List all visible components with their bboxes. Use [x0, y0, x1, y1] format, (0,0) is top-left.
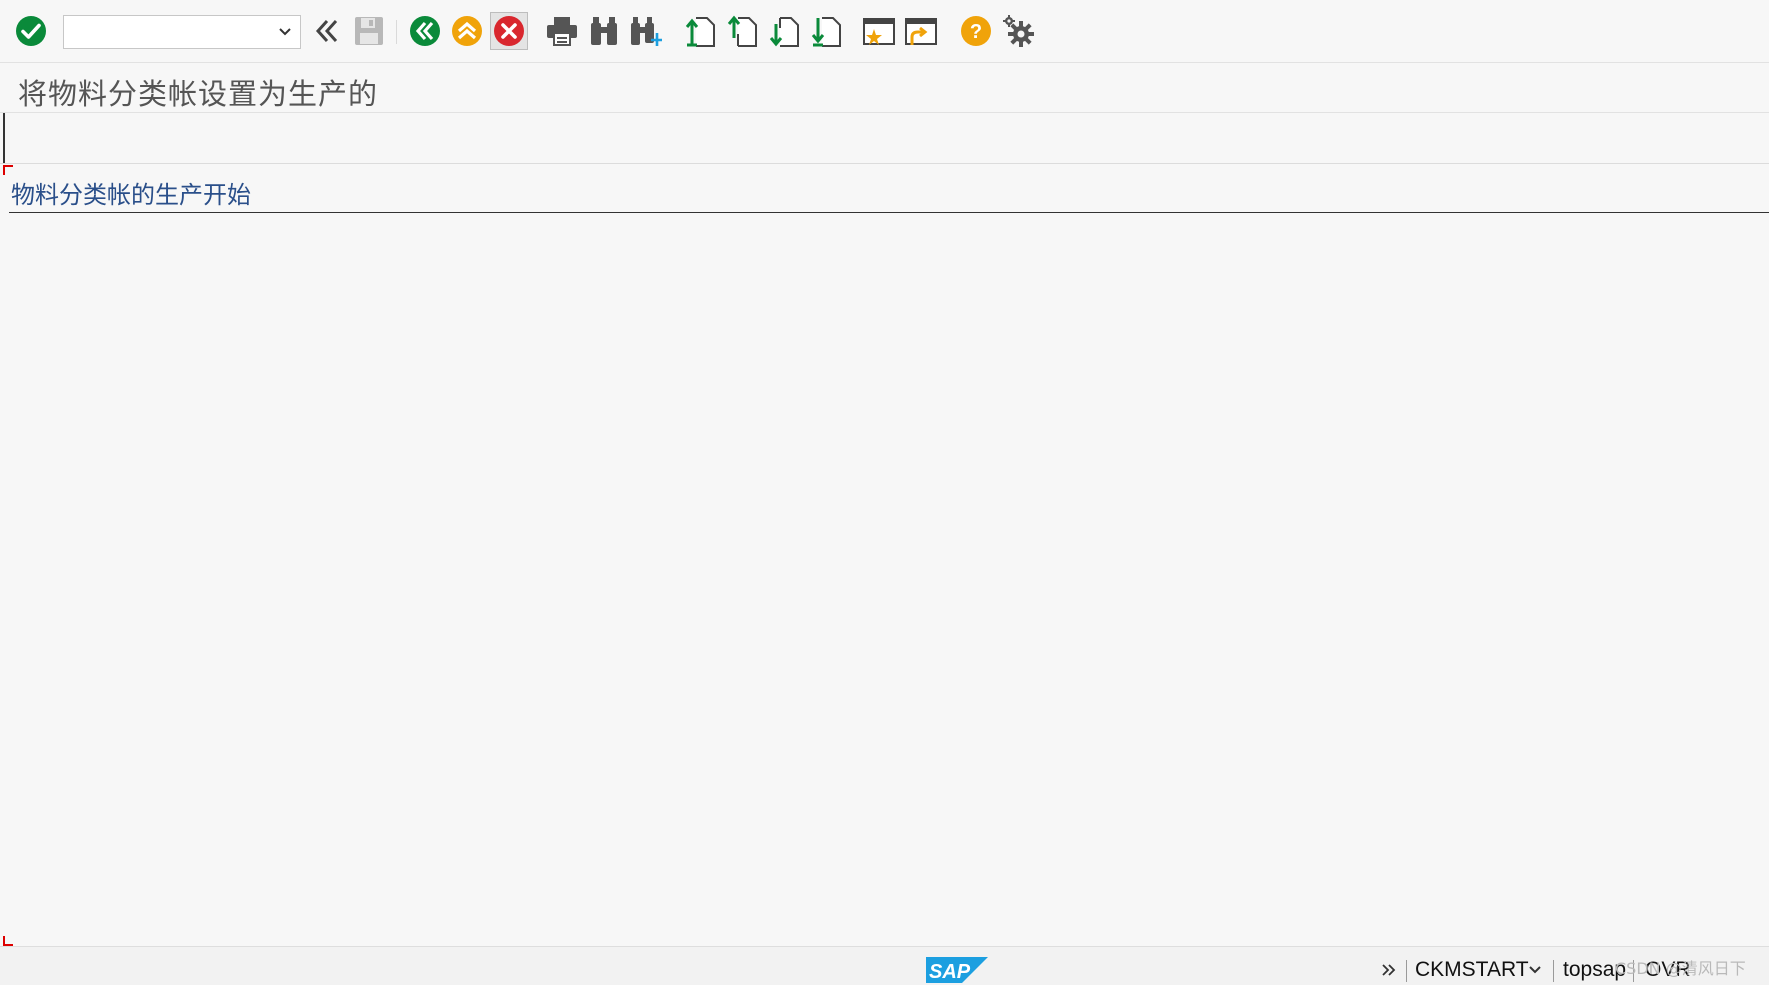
title-bar: 将物料分类帐设置为生产的 [0, 63, 1769, 113]
create-session-button[interactable] [862, 14, 896, 48]
find-button[interactable] [587, 14, 621, 48]
find-next-icon [631, 17, 662, 46]
toolbar: ? [0, 0, 1769, 63]
svg-text:SAP: SAP [929, 961, 971, 983]
enter-button[interactable] [14, 14, 48, 48]
content-area [0, 164, 1769, 942]
help-button[interactable]: ? [959, 14, 993, 48]
save-icon [355, 17, 383, 45]
exit-icon [452, 16, 482, 46]
back-icon [410, 16, 440, 46]
command-dropdown-icon[interactable] [276, 24, 294, 40]
previous-page-button[interactable] [726, 14, 760, 48]
find-icon [591, 17, 617, 45]
toolbar-separator [396, 20, 397, 44]
focus-caret [3, 113, 5, 163]
status-separator [1406, 960, 1407, 982]
save-button[interactable] [352, 14, 386, 48]
last-page-icon [811, 17, 841, 47]
exit-button[interactable] [450, 14, 484, 48]
command-input[interactable] [64, 16, 282, 48]
cancel-icon [494, 16, 524, 46]
heading-underline [9, 212, 1769, 213]
frame-corner-top [3, 165, 13, 175]
collapse-toolbar-button[interactable] [310, 14, 344, 48]
back-button[interactable] [408, 14, 442, 48]
transaction-code[interactable]: CKMSTART [1415, 958, 1529, 982]
watermark: CSDN @清风日下 [1615, 959, 1746, 978]
last-page-button[interactable] [810, 14, 844, 48]
svg-text:?: ? [970, 21, 982, 43]
first-page-button[interactable] [684, 14, 718, 48]
enter-icon [16, 16, 46, 46]
application-toolbar [0, 113, 1769, 164]
list-heading: 物料分类帐的生产开始 [11, 181, 251, 209]
status-separator [1553, 960, 1554, 982]
cancel-button[interactable] [490, 12, 528, 50]
next-page-button[interactable] [768, 14, 802, 48]
collapse-icon [315, 19, 338, 43]
create-session-icon [863, 18, 895, 45]
print-button[interactable] [545, 14, 579, 48]
first-page-icon [685, 17, 715, 47]
next-page-icon [769, 17, 799, 47]
sap-logo: SAP [926, 957, 988, 983]
create-shortcut-icon [905, 18, 937, 45]
frame-corner-bottom [3, 936, 13, 946]
command-field[interactable] [63, 15, 301, 49]
page-title: 将物料分类帐设置为生产的 [18, 77, 379, 111]
transaction-dropdown-icon[interactable] [1528, 963, 1542, 977]
find-next-button[interactable] [629, 14, 663, 48]
create-shortcut-button[interactable] [904, 14, 938, 48]
expand-status-icon[interactable] [1381, 962, 1397, 978]
print-icon [547, 17, 577, 46]
previous-page-icon [727, 15, 757, 47]
settings-button[interactable] [1001, 14, 1035, 48]
settings-icon [1003, 15, 1034, 47]
help-icon: ? [961, 16, 991, 46]
